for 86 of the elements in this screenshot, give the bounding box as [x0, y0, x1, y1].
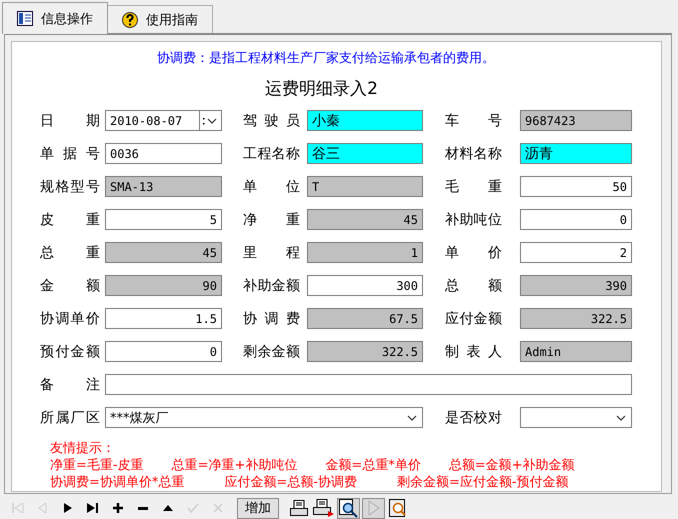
field-label: 制表人: [445, 342, 502, 360]
input-field[interactable]: 小秦: [307, 110, 423, 131]
field-label: 协调单价: [40, 310, 100, 328]
last-record-icon: [87, 503, 98, 513]
field-label: 总重: [40, 244, 100, 262]
input-field[interactable]: 300: [307, 275, 423, 296]
add-button[interactable]: 增加: [237, 498, 279, 518]
note-text: 协调费：是指工程材料生产厂家支付给运输承包者的费用。: [157, 50, 496, 67]
formula-text: 总重=净重+补助吨位: [172, 457, 298, 474]
formula-text: 净重=毛重-皮重: [50, 457, 144, 474]
field-label: 剩余金额: [243, 342, 300, 360]
field-label: 补助金额: [243, 276, 300, 294]
field-label: 日期: [40, 112, 100, 130]
field-label: 材料名称: [445, 144, 502, 162]
field-label: 规格型号: [40, 178, 100, 196]
field-label: 总额: [445, 276, 502, 294]
input-field[interactable]: 1.5: [105, 308, 222, 329]
next-icon: [64, 503, 72, 513]
input-field[interactable]: 谷三: [307, 143, 423, 164]
input-field[interactable]: 5: [105, 209, 222, 230]
input-field[interactable]: T: [307, 176, 423, 197]
date-field[interactable]: 2010-08-07: [105, 110, 200, 131]
field-label: 是否校对: [445, 408, 502, 426]
field-label: 单据号: [40, 144, 100, 162]
field-label: 净重: [243, 210, 300, 228]
input-field[interactable]: 9687423: [520, 110, 632, 131]
book-icon: [17, 11, 33, 26]
field-label: 车号: [445, 112, 502, 130]
field-label: 备注: [40, 376, 100, 394]
input-field[interactable]: 45: [307, 209, 423, 230]
verified-dropdown[interactable]: [520, 407, 632, 428]
field-label: 里程: [243, 244, 300, 262]
field-label: 补助吨位: [445, 210, 502, 228]
tips-heading: 友情提示：: [50, 440, 115, 457]
field-label: 毛重: [445, 178, 502, 196]
up-triangle-icon: [162, 505, 172, 511]
input-field[interactable]: 沥青: [520, 143, 632, 164]
formula-text: 剩余金额=应付金额-预付金额: [397, 474, 569, 491]
formula-text: 应付金额=总额-协调费: [224, 474, 357, 491]
input-field[interactable]: 50: [520, 176, 632, 197]
toolbar-button[interactable]: [312, 498, 335, 518]
input-field[interactable]: SMA-13: [105, 176, 222, 197]
check-icon: [186, 503, 198, 513]
formula-text: 协调费=协调单价*总重: [50, 474, 184, 491]
form-title: 运费明细录入2: [264, 78, 379, 100]
formula-text: 金额=总重*单价: [325, 457, 421, 474]
plant-dropdown[interactable]: ***煤灰厂: [105, 407, 423, 428]
field-label: 预付金额: [40, 342, 100, 360]
field-label: 驾驶员: [243, 112, 300, 130]
tab[interactable]: 信息操作: [2, 2, 108, 34]
previous-icon: [38, 503, 47, 513]
input-field[interactable]: 0036: [105, 143, 222, 164]
formula-text: 总额=金额+补助金额: [448, 457, 575, 474]
input-field[interactable]: 2: [520, 242, 632, 263]
field-label: 所属厂区: [40, 408, 100, 426]
printer-arrow-icon: [313, 499, 334, 517]
input-field[interactable]: 0: [520, 209, 632, 230]
toolbar-button[interactable]: [337, 498, 360, 518]
input-field[interactable]: 67.5: [307, 308, 423, 329]
input-field[interactable]: 322.5: [520, 308, 632, 329]
field-label: 工程名称: [243, 144, 300, 162]
remark-field[interactable]: [105, 374, 632, 395]
input-field[interactable]: 0: [105, 341, 222, 362]
plus-icon: [112, 503, 122, 513]
field-label: 应付金额: [445, 310, 502, 328]
first-record-icon: [12, 503, 24, 513]
help-icon: [122, 12, 138, 28]
date-dropdown-button[interactable]: [200, 110, 222, 131]
field-label: 金额: [40, 276, 100, 294]
field-label: 皮重: [40, 210, 100, 228]
field-label: 单价: [445, 244, 502, 262]
printer-icon: [290, 500, 308, 516]
input-field[interactable]: 45: [105, 242, 222, 263]
tab[interactable]: 使用指南: [107, 5, 213, 33]
input-field[interactable]: 1: [307, 242, 423, 263]
input-field[interactable]: 322.5: [307, 341, 423, 362]
input-field[interactable]: 90: [105, 275, 222, 296]
cross-icon: [212, 503, 222, 513]
field-label: 协调费: [243, 310, 300, 328]
toolbar-button[interactable]: [287, 498, 310, 518]
magnifier-page-icon: [339, 498, 358, 518]
field-label: 单位: [243, 178, 300, 196]
minus-icon: [138, 506, 148, 510]
input-field[interactable]: Admin: [520, 341, 632, 362]
input-field[interactable]: 390: [520, 275, 632, 296]
play-icon: [368, 500, 380, 516]
